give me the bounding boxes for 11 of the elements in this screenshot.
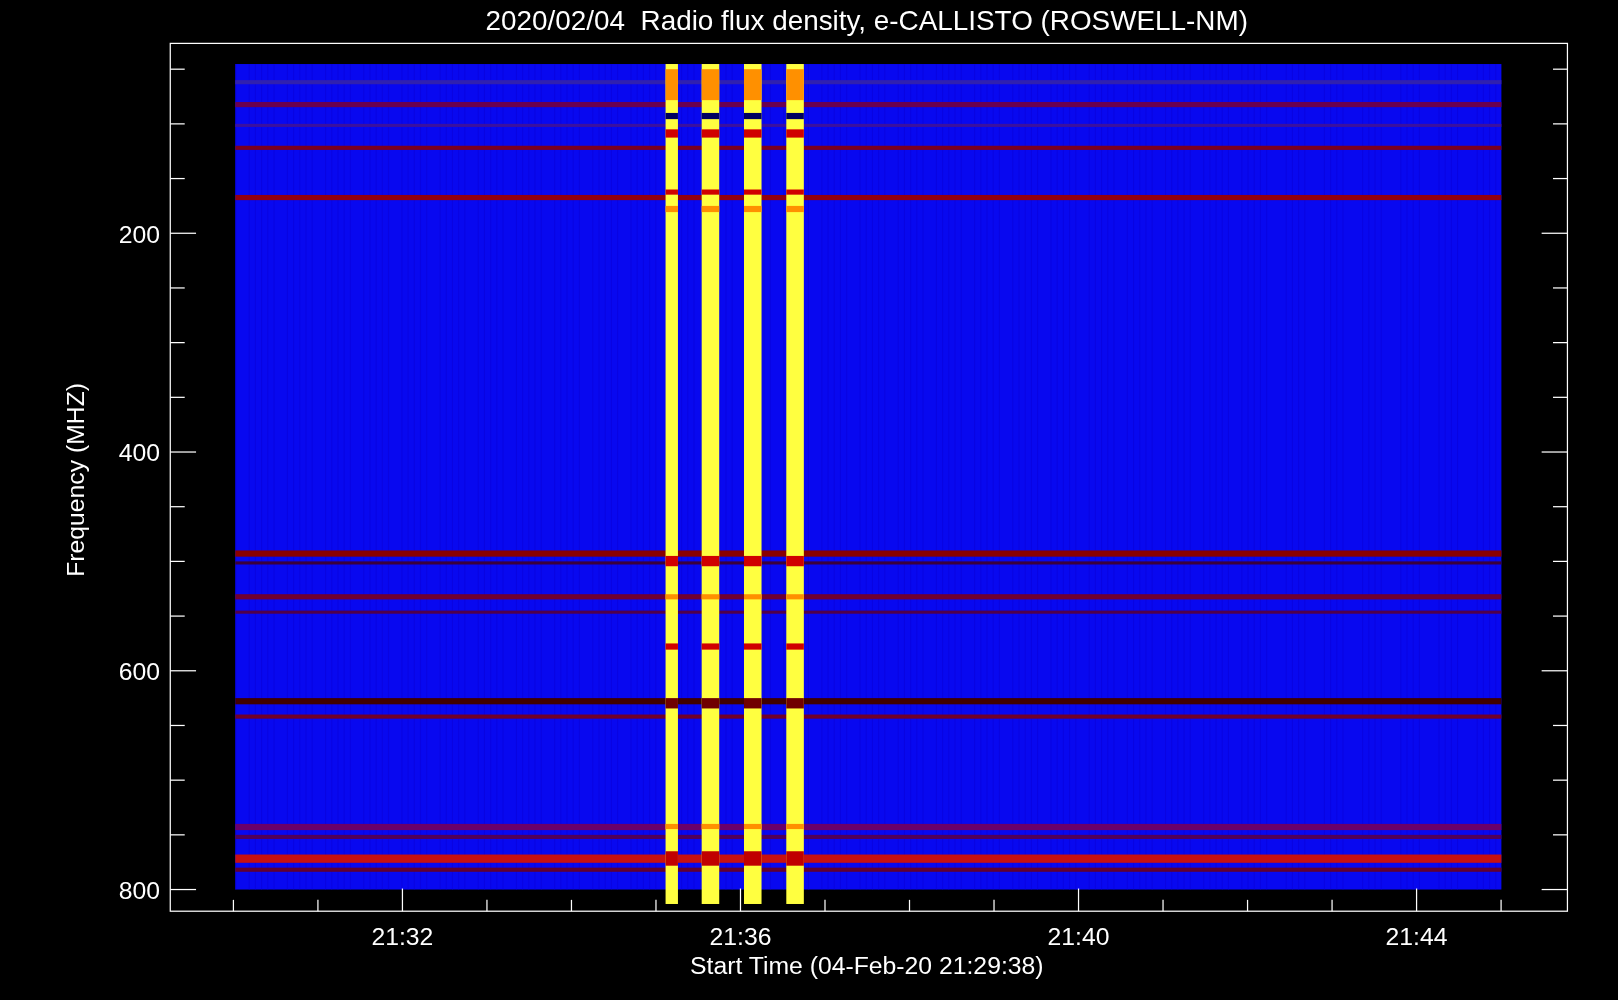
y-tick-label: 400 xyxy=(118,439,160,467)
x-tick-label: 21:44 xyxy=(1385,923,1448,951)
y-tick-label: 200 xyxy=(118,220,160,248)
x-tick-label: 21:32 xyxy=(371,923,434,951)
chart-title: 2020/02/04 Radio flux density, e-CALLISTO (ROSWELL-NM) xyxy=(485,5,1248,36)
y-tick-label: 800 xyxy=(118,876,160,904)
x-tick-label: 21:36 xyxy=(709,923,772,951)
y-tick-label: 600 xyxy=(118,658,160,686)
x-tick-label: 21:40 xyxy=(1047,923,1110,951)
y-axis-label: Frequency (MHZ) xyxy=(61,382,89,577)
x-axis-label: Start Time (04-Feb-20 21:29:38) xyxy=(690,952,1044,980)
